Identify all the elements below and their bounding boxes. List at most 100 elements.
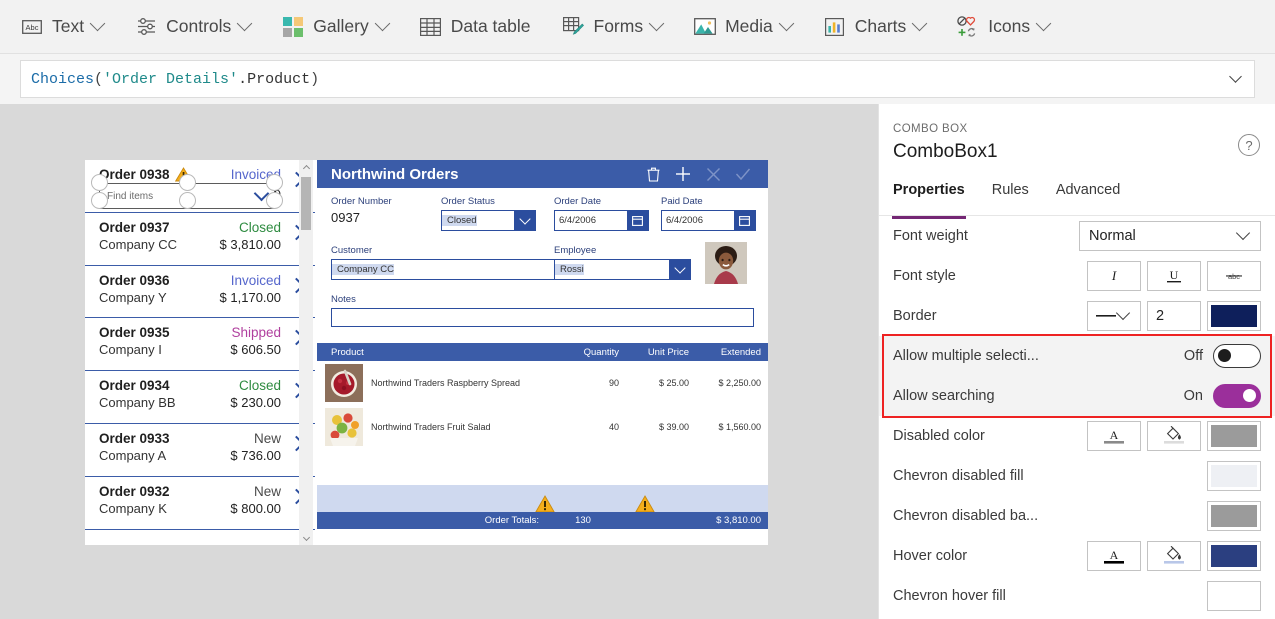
tab-properties[interactable]: Properties — [892, 182, 966, 219]
plus-icon[interactable] — [668, 161, 698, 187]
resize-handle-top-right[interactable] — [266, 174, 283, 191]
resize-handle-top-center[interactable] — [179, 174, 196, 191]
toggle-switch[interactable] — [1213, 384, 1261, 408]
fill-color-button[interactable] — [1147, 421, 1201, 451]
bar-chart-icon — [824, 16, 846, 38]
insert-toolbar: Abc Text Controls Gallery Data table For… — [0, 0, 1275, 54]
trash-icon[interactable] — [638, 161, 668, 187]
toggle-switch[interactable] — [1213, 344, 1261, 368]
font-weight-select[interactable]: Normal — [1079, 221, 1261, 251]
column-header-product: Product — [331, 346, 364, 358]
color-swatch[interactable] — [1207, 301, 1261, 331]
field-value: 0937 — [331, 210, 360, 225]
gallery-item[interactable]: Order 0934 Closed Company BB $ 230.00 — [85, 371, 315, 424]
question-mark-icon[interactable]: ? — [1238, 134, 1260, 156]
toolbar-item-gallery[interactable]: Gallery — [275, 7, 394, 47]
gallery-item-order: Order 0932 — [99, 483, 170, 499]
italic-button[interactable]: I — [1087, 261, 1141, 291]
toolbar-item-controls[interactable]: Controls — [128, 7, 257, 47]
property-rows: Font weight Normal Font style I Uabc Bord… — [879, 216, 1275, 619]
order-detail-form: Northwind Orders Order Number 0937 Order… — [317, 160, 768, 545]
gallery-item[interactable]: Order 0936 Invoiced Company Y $ 1,170.00 — [85, 266, 315, 319]
orders-gallery[interactable]: Order 0938 Invoiced Company T $ 2,870.00… — [85, 160, 315, 545]
gallery-grid-icon — [282, 16, 304, 38]
color-swatch[interactable] — [1207, 421, 1261, 451]
toolbar-item-text[interactable]: Abc Text — [14, 7, 110, 47]
chevron-down-icon[interactable] — [514, 211, 535, 230]
property-row-disabled-color: Disabled color A — [879, 416, 1275, 456]
tab-advanced[interactable]: Advanced — [1056, 182, 1121, 212]
panel-tabs: Properties Rules Advanced — [892, 182, 1275, 219]
toolbar-item-data-table[interactable]: Data table — [413, 7, 538, 47]
formula-expand-button[interactable] — [1216, 61, 1254, 97]
employee-combobox[interactable]: Rossi — [554, 259, 691, 280]
scrollbar-thumb[interactable] — [301, 177, 311, 230]
gallery-scrollbar[interactable] — [299, 160, 313, 545]
picture-icon — [694, 16, 717, 38]
table-row[interactable]: Northwind Traders Raspberry Spread 90 $ … — [317, 361, 768, 405]
svg-text:Abc: Abc — [26, 23, 39, 32]
property-control: A — [1087, 541, 1261, 571]
chevron-down-icon[interactable] — [669, 260, 690, 279]
color-swatch[interactable] — [1207, 581, 1261, 611]
power-apps-studio: Abc Text Controls Gallery Data table For… — [0, 0, 1275, 619]
calendar-icon[interactable] — [734, 211, 755, 230]
color-swatch[interactable] — [1207, 461, 1261, 491]
resize-handle-middle-left[interactable] — [91, 192, 108, 209]
gallery-item[interactable]: Order 0932 New Company K $ 800.00 — [85, 477, 315, 530]
strikethrough-button[interactable]: abc — [1207, 261, 1261, 291]
chevron-down-icon — [374, 15, 390, 32]
calendar-icon[interactable] — [627, 211, 648, 230]
formula-input[interactable]: Choices( 'Order Details' .Product ) — [20, 60, 1255, 98]
field-label: Order Date — [554, 196, 601, 207]
close-x-icon[interactable] — [698, 161, 728, 187]
table-row[interactable]: Northwind Traders Fruit Salad 40 $ 39.00… — [317, 405, 768, 449]
column-header-quantity: Quantity — [583, 346, 619, 358]
fill-color-button[interactable] — [1147, 541, 1201, 571]
order-totals-band: Order Totals: 130 $ 3,810.00 — [317, 485, 768, 529]
check-icon[interactable] — [728, 161, 758, 187]
toolbar-item-label: Controls — [166, 16, 232, 36]
resize-handle-middle-right[interactable] — [266, 192, 283, 209]
toolbar-item-label: Forms — [593, 16, 644, 36]
toolbar-item-charts[interactable]: Charts — [817, 7, 933, 47]
tab-rules[interactable]: Rules — [992, 182, 1029, 212]
property-control: On — [1184, 384, 1261, 408]
border-style-select[interactable] — [1087, 301, 1141, 331]
text-color-button[interactable]: A — [1087, 541, 1141, 571]
underline-button[interactable]: U — [1147, 261, 1201, 291]
field-value: Closed — [442, 215, 477, 226]
border-thickness-input[interactable]: 2 — [1147, 301, 1201, 331]
field-employee: Employee Rossi — [554, 245, 691, 280]
color-swatch[interactable] — [1207, 541, 1261, 571]
resize-handle-top-left[interactable] — [91, 174, 108, 191]
order-status-dropdown[interactable]: Closed — [441, 210, 536, 231]
resize-handle-bottom-center[interactable] — [179, 192, 196, 209]
paid-date-input[interactable]: 6/4/2006 — [661, 210, 756, 231]
property-control: A — [1087, 421, 1261, 451]
gallery-item[interactable]: Order 0935 Shipped Company I $ 606.50 — [85, 318, 315, 372]
table-header-row: Product Quantity Unit Price Extended — [317, 343, 768, 361]
customer-combobox[interactable]: Company CC — [331, 259, 576, 280]
gallery-item[interactable]: Order 0933 New Company A $ 736.00 — [85, 424, 315, 477]
scroll-up-arrow-icon[interactable] — [299, 161, 313, 175]
toolbar-item-label: Text — [52, 16, 85, 36]
text-color-button[interactable]: A — [1087, 421, 1141, 451]
scroll-down-arrow-icon[interactable] — [299, 530, 313, 544]
gallery-item-amount: $ 3,810.00 — [219, 236, 281, 252]
toolbar-item-forms[interactable]: Forms — [556, 7, 670, 47]
selected-combobox-control[interactable]: Find items — [91, 174, 283, 209]
order-details-table: Product Quantity Unit Price Extended Nor… — [317, 343, 768, 449]
field-label: Order Number — [331, 196, 392, 207]
totals-amount: $ 3,810.00 — [716, 515, 761, 526]
notes-input[interactable] — [331, 308, 754, 327]
raspberry-spread-thumbnail — [325, 364, 363, 402]
color-swatch[interactable] — [1207, 501, 1261, 531]
formula-property-arg: .Product — [238, 70, 311, 88]
gallery-item-company: Company Y — [99, 289, 167, 305]
toolbar-item-media[interactable]: Media — [687, 7, 799, 47]
toolbar-item-icons[interactable]: Icons — [950, 7, 1056, 47]
order-date-input[interactable]: 6/4/2006 — [554, 210, 649, 231]
gallery-item[interactable]: Order 0937 Closed Company CC $ 3,810.00 — [85, 213, 315, 266]
field-label: Notes — [331, 294, 356, 305]
